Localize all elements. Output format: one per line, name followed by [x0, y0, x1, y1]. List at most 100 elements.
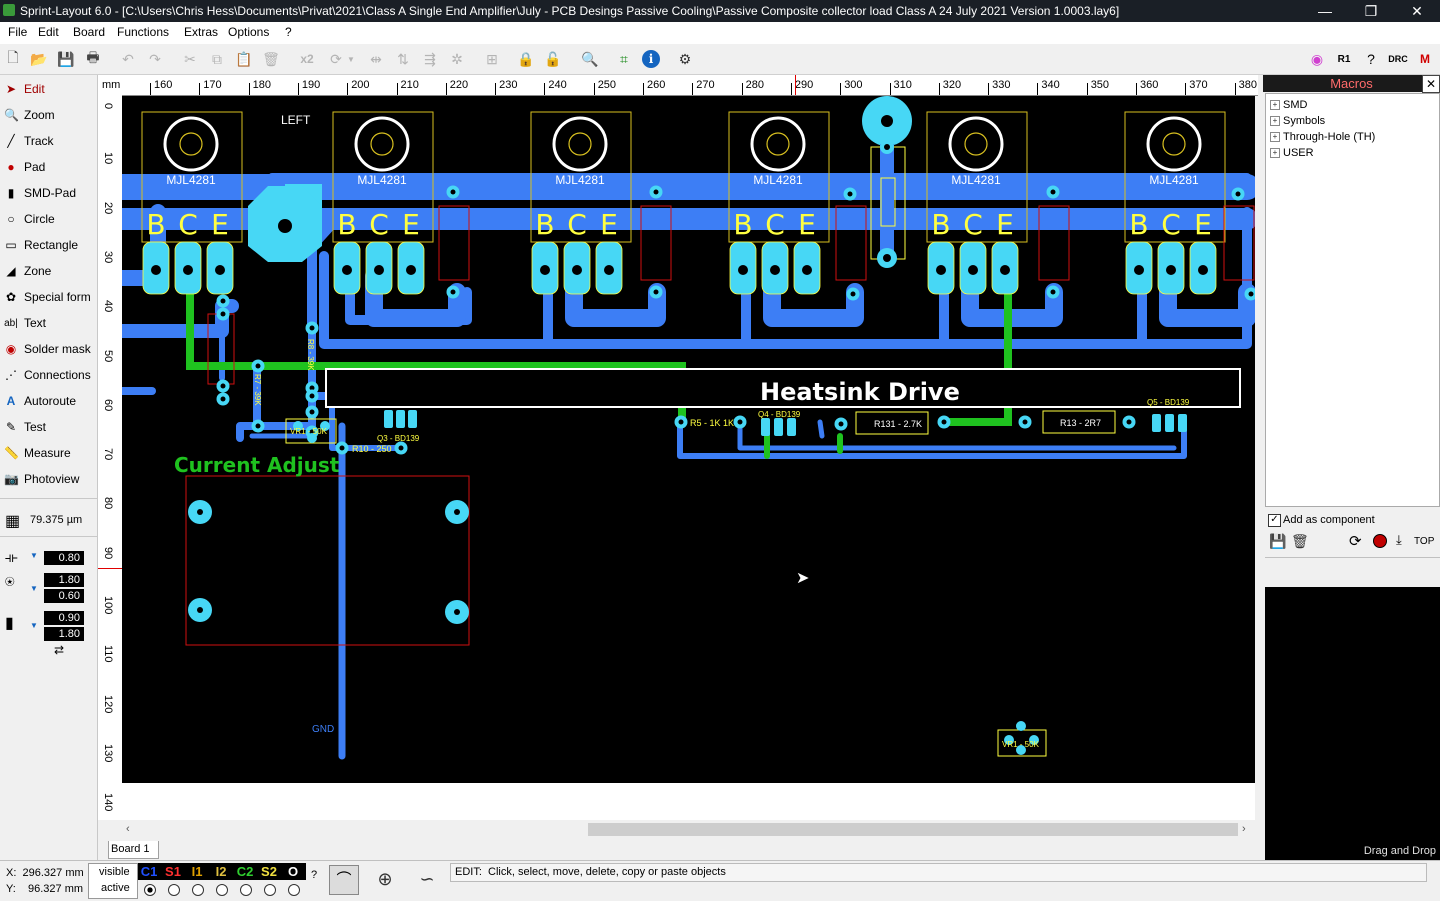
- tool-smd-pad[interactable]: ▮ SMD-Pad: [4, 181, 94, 205]
- tool-connections[interactable]: ⋰ Connections: [4, 363, 94, 387]
- delete-icon[interactable]: 🗑: [261, 49, 281, 69]
- mirror-h-icon[interactable]: ⇹: [366, 49, 386, 69]
- align-icon[interactable]: ⇅: [393, 49, 413, 69]
- crop-icon[interactable]: ⌗: [614, 49, 634, 69]
- snap-icon[interactable]: ✲: [447, 49, 467, 69]
- r1-icon[interactable]: R1: [1334, 49, 1354, 69]
- save-macro-icon[interactable]: 💾: [1269, 533, 1286, 550]
- menu-board[interactable]: Board: [73, 25, 105, 39]
- copy-icon[interactable]: ⧉: [207, 49, 227, 69]
- tool-circle[interactable]: ○ Circle: [4, 207, 94, 231]
- layer-s2-active-radio[interactable]: [264, 884, 276, 896]
- tool-test[interactable]: ✎ Test: [4, 415, 94, 439]
- settings-gear-icon[interactable]: ⚙: [675, 49, 695, 69]
- minimize-button[interactable]: —: [1302, 0, 1348, 22]
- restore-button[interactable]: ❐: [1348, 0, 1394, 22]
- crosshair-icon[interactable]: ⊕: [371, 865, 399, 893]
- redo-icon[interactable]: ↷: [145, 49, 165, 69]
- smd-height-input[interactable]: 1.80: [44, 627, 84, 641]
- rotate-macro-icon[interactable]: ⟳: [1349, 532, 1362, 550]
- ratsnest-icon[interactable]: ⌒: [329, 865, 359, 895]
- help-q-icon[interactable]: ?: [1361, 49, 1381, 69]
- info-icon[interactable]: i: [641, 49, 661, 69]
- add-component-checkbox[interactable]: ✓: [1268, 514, 1281, 527]
- cut-icon[interactable]: ✂: [180, 49, 200, 69]
- close-panel-icon[interactable]: ✕: [1422, 75, 1440, 93]
- layer-c2-active-radio[interactable]: [240, 884, 252, 896]
- lock-icon[interactable]: 🔒: [516, 49, 536, 69]
- power-transistor[interactable]: MJL4281 B C E: [728, 111, 830, 295]
- tool-zone[interactable]: ◢ Zone: [4, 259, 94, 283]
- tool-zoom[interactable]: 🔍 Zoom: [4, 103, 94, 127]
- m-icon[interactable]: M: [1415, 49, 1435, 69]
- undo-icon[interactable]: ↶: [118, 49, 138, 69]
- tool-measure[interactable]: 📏 Measure: [4, 441, 94, 465]
- power-transistor[interactable]: MJL4281 B C E: [1124, 111, 1226, 295]
- tree-item-through-hole[interactable]: + Through-Hole (TH): [1270, 131, 1375, 143]
- print-icon[interactable]: 🖶: [83, 49, 103, 69]
- rotate-dropdown-icon[interactable]: ▼: [346, 49, 356, 69]
- scroll-left-icon[interactable]: ‹: [126, 823, 130, 835]
- layer-c2-toggle[interactable]: C2: [234, 864, 256, 879]
- pcb-board-canvas[interactable]: MJL4281 B C E MJL4281 B C E MJL4281 B C E MJL4281 B C E…: [122, 96, 1255, 783]
- layer-i1-toggle[interactable]: I1: [186, 864, 208, 879]
- smd-width-input[interactable]: 0.90: [44, 611, 84, 625]
- layer-help[interactable]: ?: [311, 869, 317, 881]
- record-icon[interactable]: [1373, 534, 1387, 548]
- layer-s1-active-radio[interactable]: [168, 884, 180, 896]
- scroll-right-icon[interactable]: ›: [1242, 823, 1246, 835]
- menu-edit[interactable]: Edit: [38, 25, 59, 39]
- swap-icon[interactable]: ⇄: [54, 643, 64, 657]
- menu-extras[interactable]: Extras: [184, 25, 218, 39]
- power-transistor[interactable]: MJL4281 B C E: [332, 111, 434, 295]
- tree-item-symbols[interactable]: + Symbols: [1270, 115, 1325, 127]
- tab-board-1[interactable]: Board 1: [108, 841, 159, 859]
- menu-options[interactable]: Options: [228, 25, 269, 39]
- rubberband-icon[interactable]: ∽: [413, 865, 441, 893]
- tool-pad[interactable]: ● Pad: [4, 155, 94, 179]
- menu-help[interactable]: ?: [285, 25, 292, 39]
- grid-icon[interactable]: ▦: [5, 511, 20, 531]
- zoom-search-icon[interactable]: 🔍: [580, 49, 600, 69]
- tree-item-smd[interactable]: + SMD: [1270, 99, 1307, 111]
- unlock-icon[interactable]: 🔓: [543, 49, 563, 69]
- rotate-icon[interactable]: ⟳: [326, 49, 346, 69]
- layer-i1-active-radio[interactable]: [192, 884, 204, 896]
- scanned-copy-icon[interactable]: ◉: [1307, 49, 1327, 69]
- power-transistor[interactable]: MJL4281 B C E: [530, 111, 632, 295]
- tool-text[interactable]: ab| Text: [4, 311, 94, 335]
- track-width-dropdown-icon[interactable]: ▼: [30, 551, 38, 560]
- layer-top-button[interactable]: TOP: [1414, 536, 1434, 547]
- layer-c1-active-radio[interactable]: [144, 884, 156, 896]
- track-width-input[interactable]: 0.80: [44, 551, 84, 565]
- scrollbar-thumb[interactable]: [588, 823, 1238, 836]
- menu-functions[interactable]: Functions: [117, 25, 169, 39]
- tool-track[interactable]: ╱ Track: [4, 129, 94, 153]
- paste-icon[interactable]: 📋: [234, 49, 254, 69]
- layer-o-active-radio[interactable]: [288, 884, 300, 896]
- tool-photoview[interactable]: 📷 Photoview: [4, 467, 94, 491]
- layer-c1-toggle[interactable]: C1: [138, 864, 160, 879]
- open-file-icon[interactable]: 📂: [29, 49, 49, 69]
- power-transistor[interactable]: MJL4281 B C E: [141, 111, 243, 295]
- pad-inner-input[interactable]: 0.60: [44, 589, 84, 603]
- layer-o-toggle[interactable]: O: [282, 864, 304, 879]
- layer-side-icon[interactable]: ⤓: [1396, 532, 1402, 548]
- tool-rectangle[interactable]: ▭ Rectangle: [4, 233, 94, 257]
- layer-s2-toggle[interactable]: S2: [258, 864, 280, 879]
- delete-macro-icon[interactable]: 🗑: [1291, 533, 1309, 550]
- power-transistor[interactable]: MJL4281 B C E: [926, 111, 1028, 295]
- tree-item-user[interactable]: + USER: [1270, 147, 1314, 159]
- grid-value[interactable]: 79.375 µm: [30, 514, 82, 526]
- save-icon[interactable]: 💾: [56, 49, 76, 69]
- smd-size-dropdown-icon[interactable]: ▼: [30, 621, 38, 630]
- drc-icon[interactable]: DRC: [1388, 49, 1408, 69]
- horizontal-scrollbar[interactable]: ‹ ›: [122, 820, 1257, 840]
- menu-file[interactable]: File: [8, 25, 27, 39]
- close-window-button[interactable]: ✕: [1394, 0, 1440, 22]
- layer-s1-toggle[interactable]: S1: [162, 864, 184, 879]
- layer-i2-toggle[interactable]: I2: [210, 864, 232, 879]
- tool-special-form[interactable]: ✿ Special form: [4, 285, 94, 309]
- tool-autoroute[interactable]: A Autoroute: [4, 389, 94, 413]
- pad-outer-input[interactable]: 1.80: [44, 573, 84, 587]
